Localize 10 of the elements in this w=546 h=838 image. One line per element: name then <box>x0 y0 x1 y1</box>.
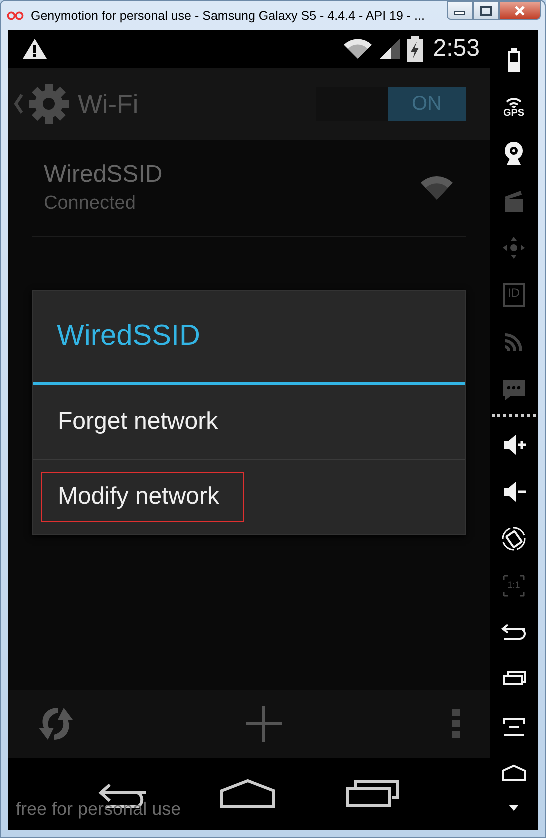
window-title: Genymotion for personal use - Samsung Galaxy S5 - 4.4.4 - API 19 - ... <box>31 8 426 22</box>
menu-item[interactable]: Forget network <box>41 397 244 447</box>
screen-title: Wi-Fi <box>78 88 140 120</box>
dialog-title: WiredSSID <box>33 291 465 385</box>
network-name: WiredSSID <box>44 161 164 189</box>
menu-item[interactable]: Modify network <box>41 472 244 522</box>
watermark-text: free for personal use <box>16 799 182 820</box>
clock-time: 2:53 <box>433 35 480 63</box>
network-status: Connected <box>44 193 137 215</box>
gps-button[interactable]: GPS <box>499 83 529 130</box>
